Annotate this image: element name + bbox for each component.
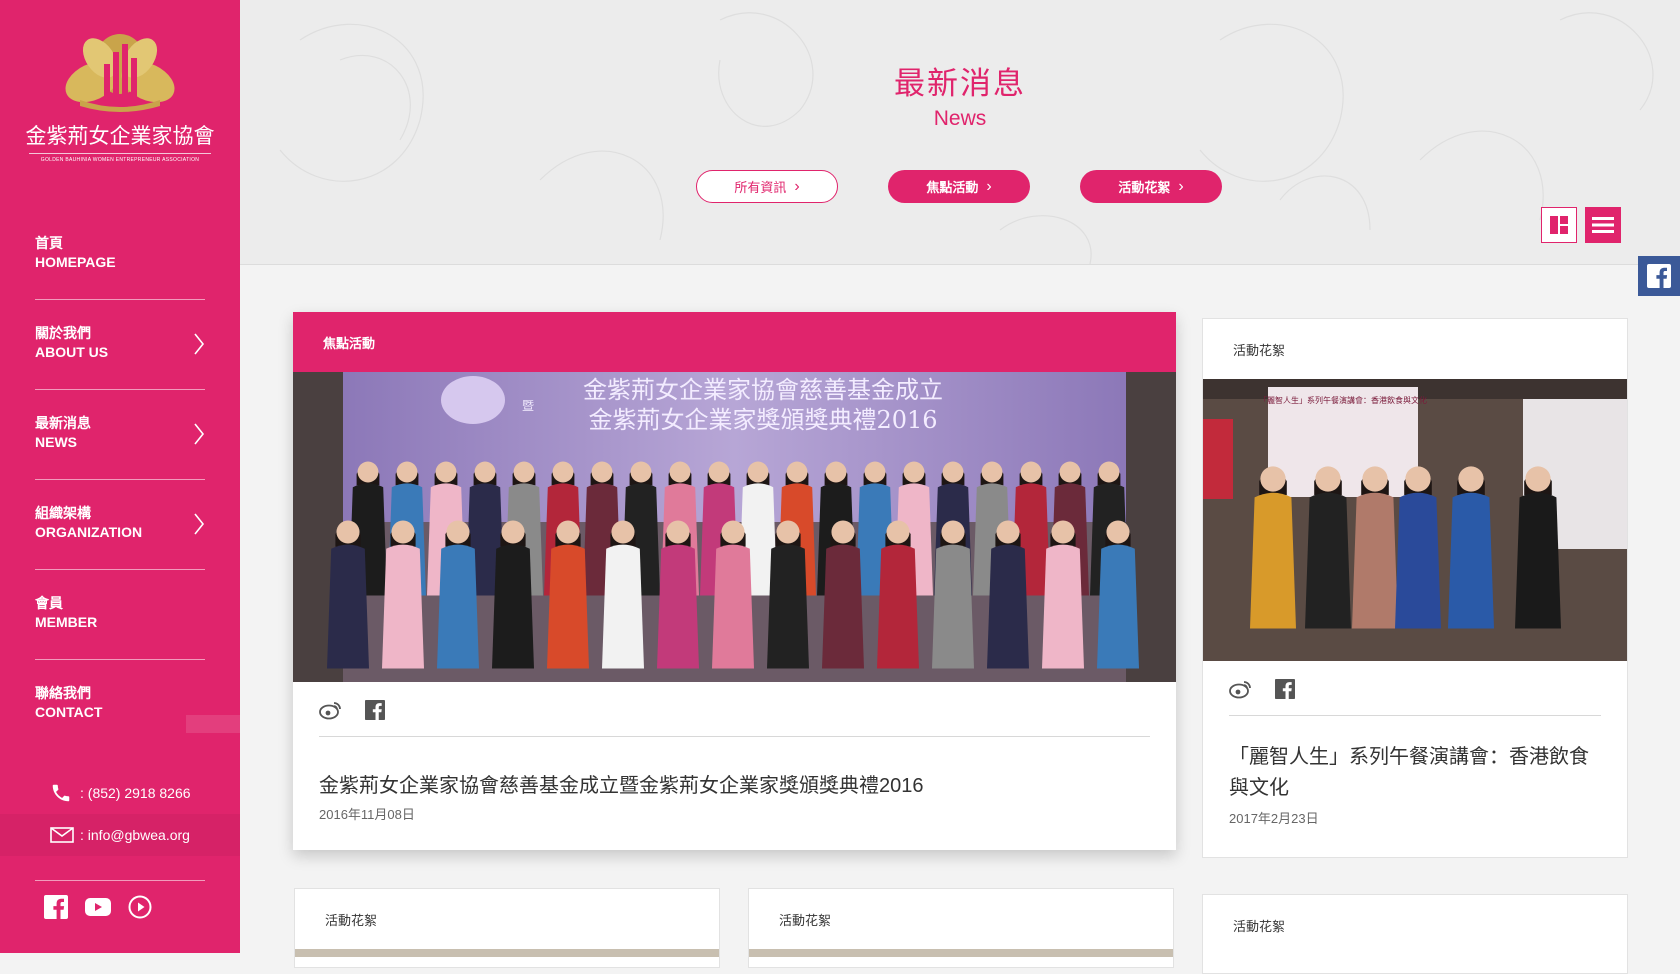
banner-line-2: 金紫荊女企業家獎頒獎典禮2016	[588, 406, 937, 434]
play-icon[interactable]	[128, 895, 152, 919]
news-header: 最新消息 News 所有資訊 › 焦點活動 › 活動花絮 ›	[240, 0, 1680, 265]
social-divider	[35, 880, 205, 881]
weibo-icon[interactable]	[1229, 679, 1253, 699]
logo-english-name: GOLDEN BAUHINIA WOMEN ENTREPRENEUR ASSOC…	[40, 157, 200, 163]
phone-row[interactable]: : (852) 2918 8266	[0, 772, 240, 814]
grid-view-button[interactable]	[1541, 207, 1577, 243]
chevron-right-icon	[194, 423, 205, 445]
card-date: 2016年11月08日	[319, 807, 415, 822]
news-card[interactable]: 活動花絮	[748, 888, 1174, 968]
page-title-en: News	[933, 107, 987, 130]
card-category: 焦點活動	[293, 312, 1176, 372]
news-card[interactable]: 活動花絮	[1202, 894, 1628, 974]
category-filters: 所有資訊 › 焦點活動 › 活動花絮 ›	[696, 170, 1222, 203]
nav-label-cn: 組織架構	[35, 505, 91, 521]
facebook-icon	[1647, 264, 1671, 288]
logo-divider	[29, 153, 211, 154]
card-divider	[1229, 715, 1601, 716]
filter-focus-events-button[interactable]: 焦點活動 ›	[888, 170, 1030, 203]
event-group-photo[interactable]: 金紫荊女企業家協會慈善基金成立 暨 金紫荊女企業家獎頒獎典禮2016	[293, 372, 1176, 682]
news-card[interactable]: 活動花絮	[294, 888, 720, 968]
nav-item-organization[interactable]: 組織架構 ORGANIZATION	[35, 480, 205, 570]
list-view-icon	[1592, 217, 1614, 233]
card-category: 活動花絮	[779, 912, 832, 928]
decorative-stripe	[186, 715, 240, 733]
chevron-right-icon	[194, 513, 205, 535]
card-category: 活動花絮	[1233, 918, 1286, 934]
nav-label-en: CONTACT	[35, 704, 103, 720]
card-title[interactable]: 金紫荊女企業家協會慈善基金成立暨金紫荊女企業家獎頒獎典禮2016	[319, 769, 1150, 798]
nav-label-cn: 首頁	[35, 235, 63, 251]
weibo-icon[interactable]	[319, 700, 343, 720]
card-divider	[319, 736, 1150, 737]
lecture-event-photo[interactable]: 「麗智人生」系列午餐演講會：香港飲食與文化	[1203, 379, 1628, 661]
site-logo[interactable]: 金紫荊女企業家協會 GOLDEN BAUHINIA WOMEN ENTREPRE…	[0, 30, 240, 163]
floating-facebook-button[interactable]	[1638, 256, 1680, 296]
email-row[interactable]: : info@gbwea.org	[0, 814, 240, 856]
news-card[interactable]: 活動花絮 「麗智人生」系列午餐演講會：香港飲食與文化 「麗智人生」系列午餐演講會…	[1202, 318, 1628, 858]
card-body: 金紫荊女企業家協會慈善基金成立暨金紫荊女企業家獎頒獎典禮2016 2016年11…	[293, 682, 1176, 823]
facebook-icon[interactable]	[1275, 679, 1295, 699]
banner-mid: 暨	[522, 399, 534, 413]
filter-label: 活動花絮	[1118, 180, 1171, 195]
nav-item-member[interactable]: 會員 MEMBER	[35, 570, 205, 660]
bauhinia-logo-icon	[65, 34, 175, 112]
card-image-edge	[749, 949, 1173, 957]
nav-label-en: ORGANIZATION	[35, 524, 143, 540]
banner-line-1: 金紫荊女企業家協會慈善基金成立	[583, 376, 943, 404]
nav-item-about-us[interactable]: 關於我們 ABOUT US	[35, 300, 205, 390]
logo-chinese-name: 金紫荊女企業家協會	[25, 124, 215, 148]
nav-label-cn: 最新消息	[35, 415, 91, 431]
nav-label-cn: 聯絡我們	[35, 685, 91, 701]
nav-label-en: NEWS	[35, 434, 77, 450]
card-date: 2017年2月23日	[1229, 811, 1319, 826]
nav-label-cn: 關於我們	[35, 325, 91, 341]
page-title-cn: 最新消息	[894, 66, 1026, 102]
nav-item-homepage[interactable]: 首頁 HOMEPAGE	[35, 210, 205, 300]
chevron-right-icon: ›	[1178, 177, 1184, 195]
featured-news-card[interactable]: 焦點活動 金紫荊女企業家協會慈善基金成立 暨 金紫荊女企業家獎頒獎典禮2016 …	[293, 312, 1176, 850]
filter-label: 焦點活動	[926, 180, 979, 195]
floral-background-pattern	[279, 12, 1654, 264]
list-view-button[interactable]	[1585, 207, 1621, 243]
filter-event-highlights-button[interactable]: 活動花絮 ›	[1080, 170, 1222, 203]
people-front-row	[327, 520, 1139, 669]
card-title[interactable]: 「麗智人生」系列午餐演講會：香港飲食與文化	[1229, 742, 1601, 804]
nav-item-news[interactable]: 最新消息 NEWS	[35, 390, 205, 480]
nav-label-en: ABOUT US	[35, 344, 109, 360]
nav-label-en: MEMBER	[35, 614, 98, 630]
phone-icon	[50, 782, 74, 804]
youtube-icon[interactable]	[85, 895, 111, 919]
chevron-right-icon	[194, 333, 205, 355]
facebook-icon[interactable]	[44, 895, 68, 919]
main-nav: 首頁 HOMEPAGE 關於我們 ABOUT US 最新消息 NEWS 組織架構…	[35, 210, 205, 750]
card-body: 「麗智人生」系列午餐演講會：香港飲食與文化 2017年2月23日	[1203, 661, 1627, 827]
nav-label-en: HOMEPAGE	[35, 254, 116, 270]
filter-all-news-button[interactable]: 所有資訊 ›	[696, 170, 838, 203]
view-mode-toggle	[1541, 207, 1621, 243]
chevron-right-icon: ›	[794, 177, 800, 195]
chevron-right-icon: ›	[986, 177, 992, 195]
poster-title: 「麗智人生」系列午餐演講會：香港飲食與文化	[1259, 395, 1427, 405]
share-icons	[319, 700, 1150, 720]
social-links	[44, 895, 152, 919]
nav-label-cn: 會員	[35, 595, 63, 611]
share-icons	[1229, 679, 1601, 699]
card-category: 活動花絮	[325, 912, 378, 928]
nav-item-contact[interactable]: 聯絡我們 CONTACT	[35, 660, 205, 750]
email-address: : info@gbwea.org	[80, 827, 190, 843]
card-image-edge	[295, 949, 719, 957]
facebook-icon[interactable]	[365, 700, 385, 720]
card-category: 活動花絮	[1233, 342, 1286, 358]
filter-label: 所有資訊	[734, 180, 787, 195]
sidebar: 金紫荊女企業家協會 GOLDEN BAUHINIA WOMEN ENTREPRE…	[0, 0, 240, 953]
mail-icon	[50, 827, 74, 843]
phone-number: : (852) 2918 8266	[80, 785, 191, 801]
contact-info: : (852) 2918 8266 : info@gbwea.org	[0, 772, 240, 856]
grid-view-icon	[1550, 216, 1568, 234]
